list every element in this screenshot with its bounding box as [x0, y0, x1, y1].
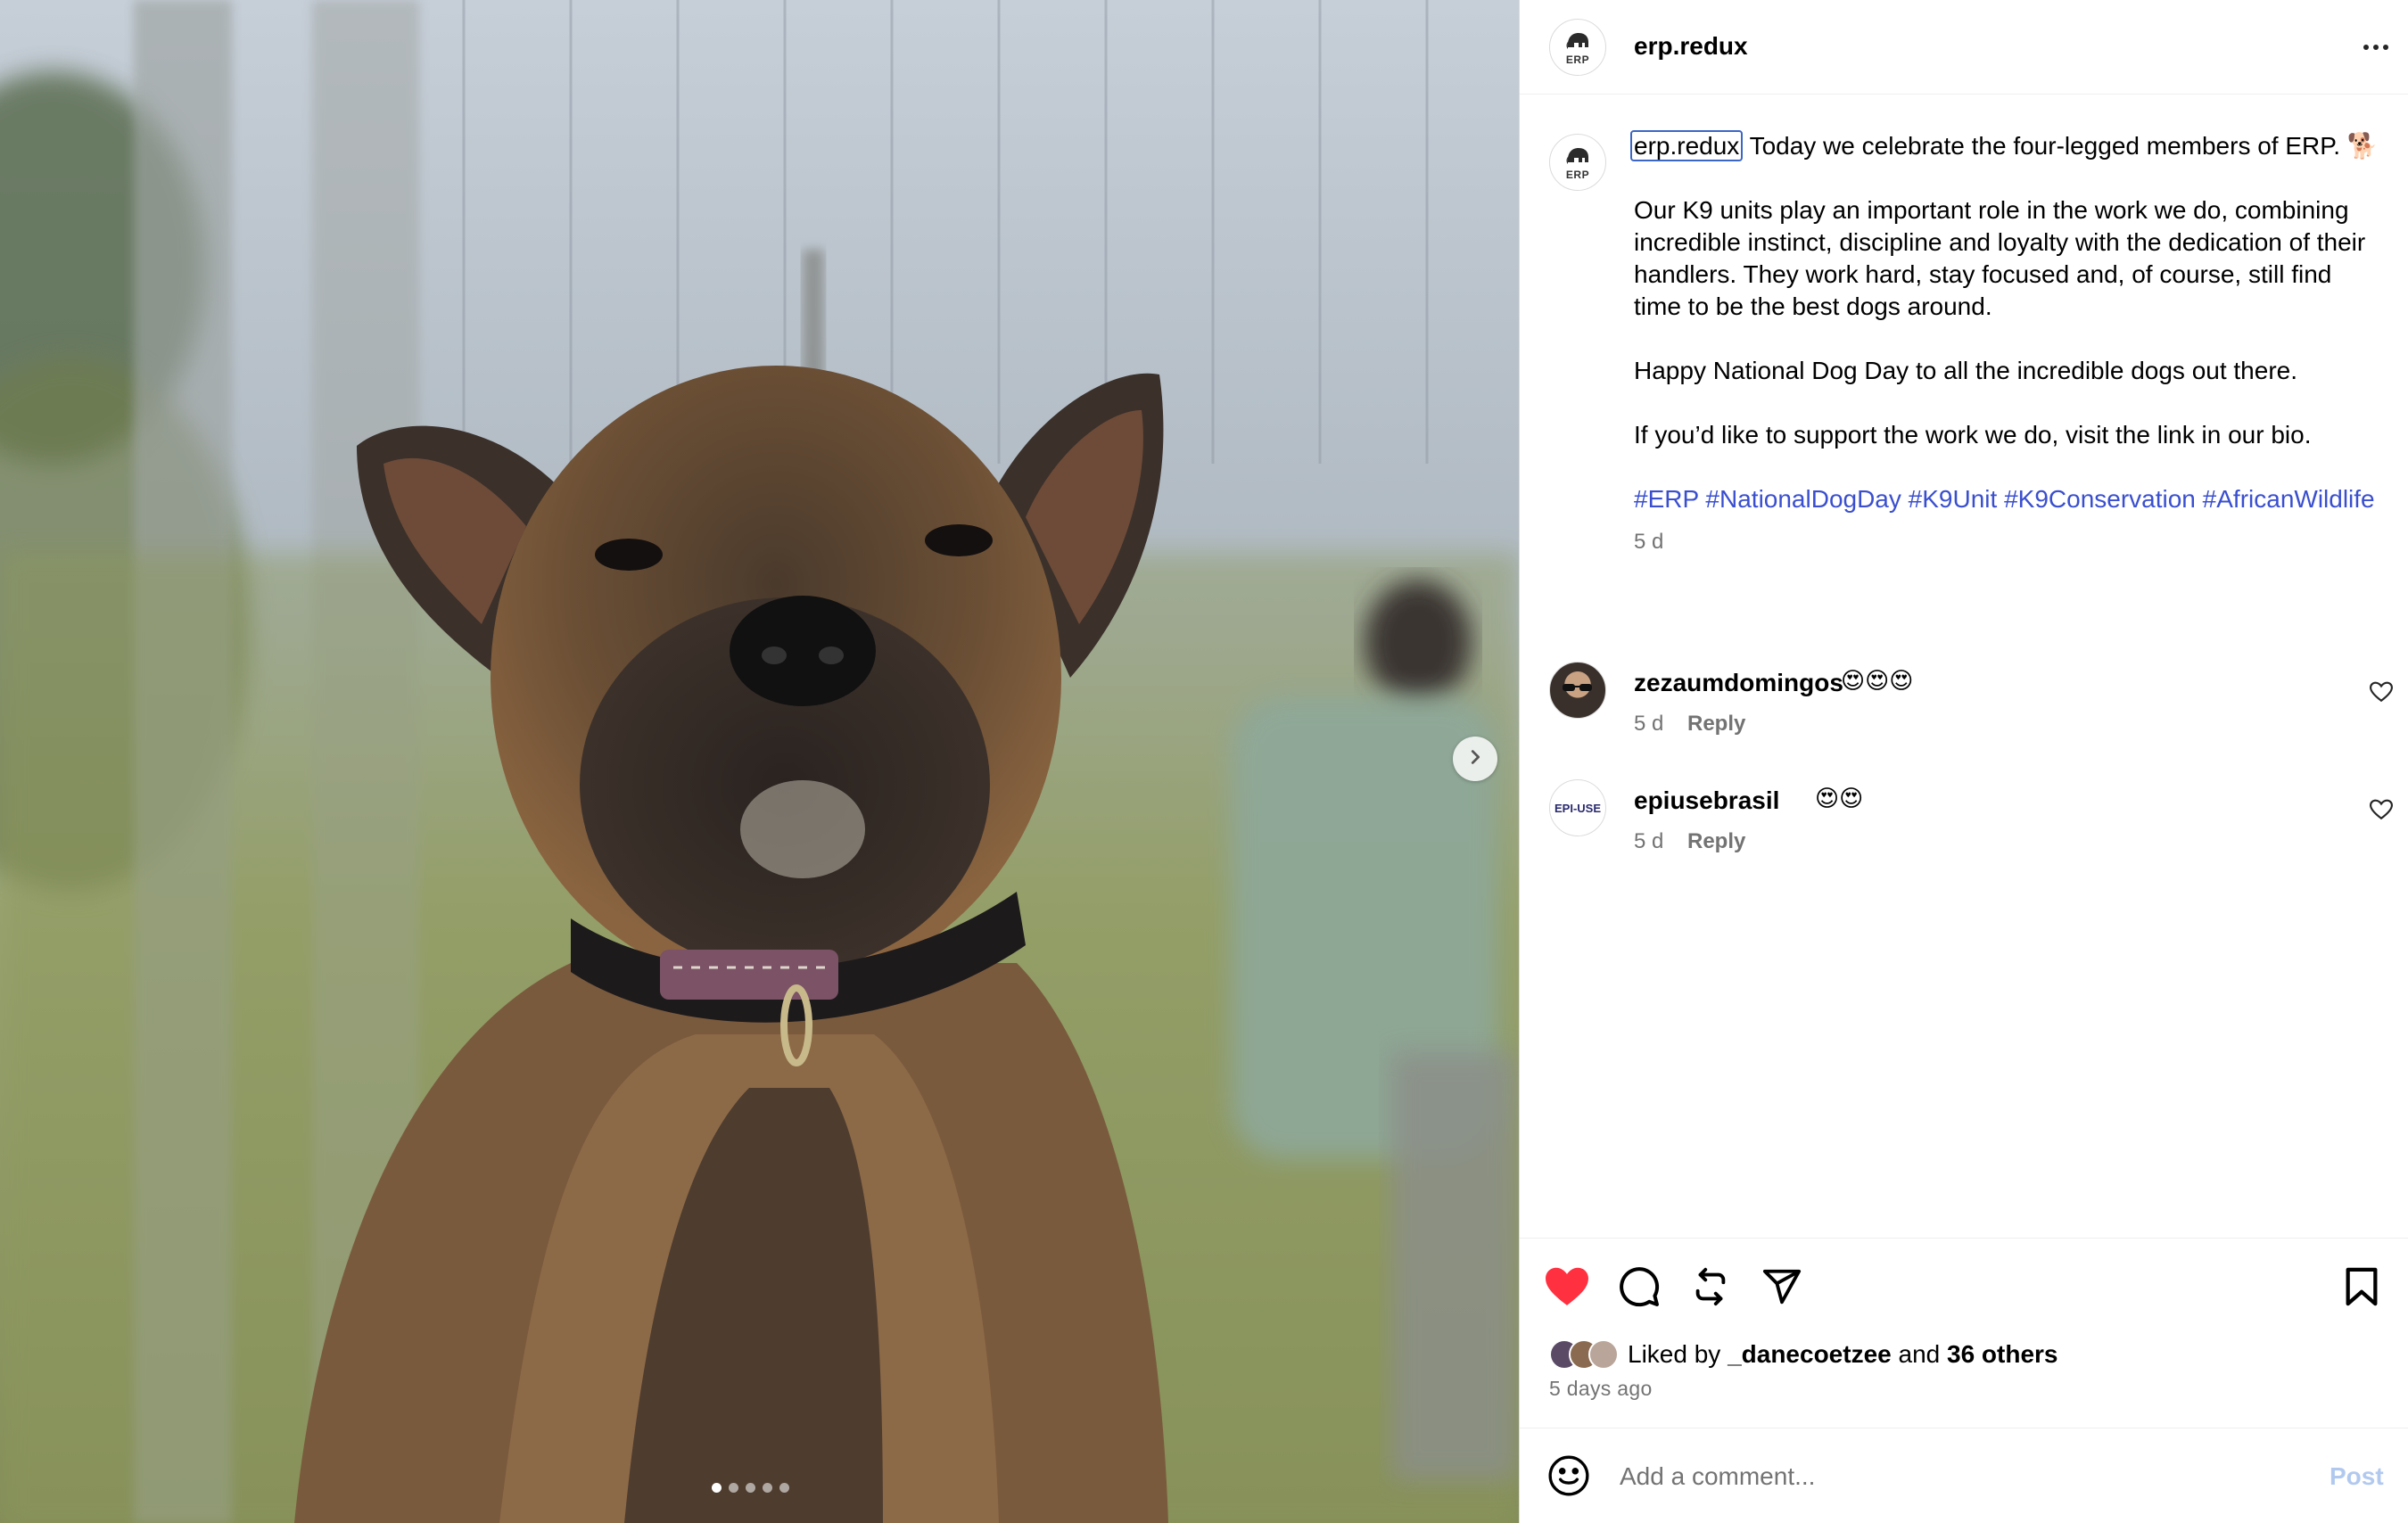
- reply-button[interactable]: Reply: [1687, 712, 1745, 737]
- avatar-logo-text: ERP: [1565, 53, 1590, 66]
- next-slide-button[interactable]: [1453, 737, 1497, 781]
- share-icon: [1761, 1266, 1802, 1312]
- avatar-logo-text: ERP: [1565, 168, 1590, 181]
- add-comment-bar: Post: [1520, 1428, 2408, 1523]
- smiley-icon[interactable]: [1546, 1453, 1591, 1502]
- post-date[interactable]: 5 days ago: [1549, 1377, 1653, 1401]
- avatar-logo-text: EPI-USE: [1554, 801, 1601, 815]
- carousel-dot: [712, 1483, 722, 1493]
- comment-button[interactable]: [1615, 1264, 1663, 1313]
- share-button[interactable]: [1758, 1264, 1806, 1313]
- repost-icon: [1690, 1266, 1731, 1312]
- post-photo[interactable]: [0, 0, 1519, 1523]
- comment-item: zezaumdomingos 😍😍😍 5 d Reply: [1549, 662, 2394, 751]
- post-header: ERP erp.redux: [1520, 0, 2408, 95]
- liker-username[interactable]: _danecoetzee: [1728, 1340, 1892, 1368]
- caption-username-link[interactable]: erp.redux: [1630, 130, 1744, 161]
- sunglasses-avatar-icon: [1563, 684, 1592, 691]
- comment-text: 😍😍: [1815, 785, 1864, 811]
- caption-avatar[interactable]: ERP: [1549, 134, 1606, 191]
- dog-photo-illustration: [0, 0, 1519, 1523]
- liked-by-label: Liked by: [1628, 1340, 1721, 1368]
- hashtag-link[interactable]: #AfricanWildlife: [2203, 485, 2375, 513]
- commenter-avatar[interactable]: EPI-USE: [1549, 779, 1606, 836]
- hashtag-link[interactable]: #K9Conservation: [2004, 485, 2196, 513]
- bookmark-icon: [2344, 1266, 2379, 1312]
- caption-paragraph-4: If you’d like to support the work we do,…: [1634, 421, 2312, 449]
- more-options-button[interactable]: [2358, 34, 2394, 61]
- chevron-right-icon: [1465, 747, 1485, 771]
- heart-icon: [1545, 1266, 1589, 1312]
- comment-item: EPI-USE epiusebrasil 😍😍 5 d Reply: [1549, 779, 2394, 869]
- hashtag-link[interactable]: #K9Unit: [1909, 485, 1998, 513]
- caption-line-1: Today we celebrate the four-legged membe…: [1749, 132, 2379, 160]
- carousel-dot: [746, 1483, 755, 1493]
- caption-paragraph-2: Our K9 units play an important role in t…: [1634, 196, 2366, 320]
- caption-paragraph-3: Happy National Dog Day to all the incred…: [1634, 357, 2297, 384]
- carousel-dot: [763, 1483, 772, 1493]
- like-button[interactable]: [1543, 1264, 1591, 1313]
- comment-timestamp[interactable]: 5 d: [1634, 712, 1663, 737]
- reply-button[interactable]: Reply: [1687, 829, 1745, 854]
- caption-body: erp.redux Today we celebrate the four-le…: [1630, 130, 2379, 558]
- carousel-indicators: [712, 1483, 789, 1493]
- liker-avatar[interactable]: [1588, 1339, 1619, 1370]
- account-avatar[interactable]: ERP: [1549, 19, 1606, 76]
- carousel-dot: [729, 1483, 738, 1493]
- caption-hashtags: #ERP #NationalDogDay #K9Unit #K9Conserva…: [1634, 483, 2379, 515]
- caption-timestamp[interactable]: 5 d: [1634, 526, 2379, 558]
- comment-timestamp[interactable]: 5 d: [1634, 829, 1663, 854]
- hashtag-link[interactable]: #ERP: [1634, 485, 1699, 513]
- comment-text: 😍😍😍: [1841, 667, 1914, 694]
- comment-username[interactable]: epiusebrasil: [1634, 786, 1779, 815]
- likes-summary: Liked by _danecoetzee and 36 others: [1549, 1337, 2058, 1372]
- liked-conjunction: and: [1898, 1340, 1941, 1368]
- elephant-logo-icon: [1564, 144, 1591, 170]
- post-author-username[interactable]: erp.redux: [1634, 32, 1748, 61]
- repost-button[interactable]: [1686, 1264, 1735, 1313]
- comment-like-heart-icon[interactable]: [2369, 799, 2394, 825]
- commenter-avatar[interactable]: [1549, 662, 1606, 719]
- save-button[interactable]: [2338, 1264, 2386, 1313]
- comment-input[interactable]: [1620, 1455, 2244, 1498]
- others-count-link[interactable]: 36 others: [1947, 1340, 2058, 1368]
- comment-like-heart-icon[interactable]: [2369, 681, 2394, 707]
- more-icon: [2363, 45, 2369, 50]
- comment-username[interactable]: zezaumdomingos: [1634, 669, 1843, 697]
- comment-icon: [1618, 1265, 1661, 1313]
- elephant-logo-icon: [1564, 29, 1591, 55]
- hashtag-link[interactable]: #NationalDogDay: [1705, 485, 1901, 513]
- post-comment-button[interactable]: Post: [2330, 1462, 2384, 1491]
- post-detail-panel: ERP erp.redux ERP erp.redux Today we cel…: [1519, 0, 2408, 1523]
- carousel-dot: [779, 1483, 789, 1493]
